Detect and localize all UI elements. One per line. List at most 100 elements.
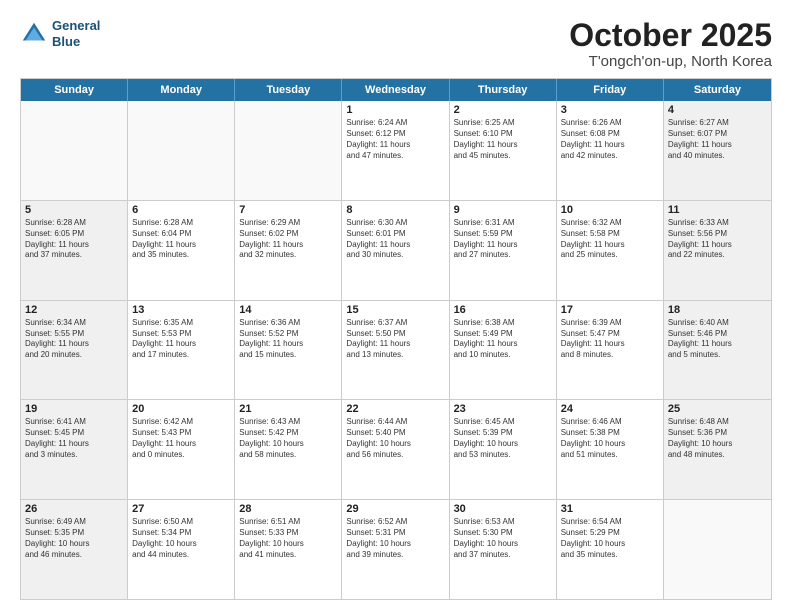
day-number: 8 xyxy=(346,204,444,216)
cal-cell: 5Sunrise: 6:28 AM Sunset: 6:05 PM Daylig… xyxy=(21,201,128,300)
cell-text: Sunrise: 6:24 AM Sunset: 6:12 PM Dayligh… xyxy=(346,118,444,161)
cal-cell: 3 Sunrise: 6:26 AM Sunset: 6:08 PM Daylig… xyxy=(557,101,664,200)
week-row-3: 12 Sunrise: 6:34 AM Sunset: 5:55 PM Dayli… xyxy=(21,301,771,401)
cell-text: Sunrise: 6:28 AM Sunset: 6:04 PM Dayligh… xyxy=(132,218,230,261)
day-number: 20 xyxy=(132,403,230,415)
cell-text: Sunrise: 6:26 AM Sunset: 6:08 PM Dayligh… xyxy=(561,118,659,161)
cell-text: Sunrise: 6:40 AM Sunset: 5:46 PM Dayligh… xyxy=(668,318,767,361)
calendar: SundayMondayTuesdayWednesdayThursdayFrid… xyxy=(20,78,772,600)
logo-icon xyxy=(20,20,48,48)
cal-cell: 22 Sunrise: 6:44 AM Sunset: 5:40 PM Dayli… xyxy=(342,400,449,499)
cell-text: Sunrise: 6:29 AM Sunset: 6:02 PM Dayligh… xyxy=(239,218,337,261)
day-number: 31 xyxy=(561,503,659,515)
cell-text: Sunrise: 6:33 AM Sunset: 5:56 PM Dayligh… xyxy=(668,218,767,261)
cell-text: Sunrise: 6:37 AM Sunset: 5:50 PM Dayligh… xyxy=(346,318,444,361)
logo-line2: Blue xyxy=(52,34,80,49)
cal-cell: 4 Sunrise: 6:27 AM Sunset: 6:07 PM Daylig… xyxy=(664,101,771,200)
cal-cell: 8 Sunrise: 6:30 AM Sunset: 6:01 PM Daylig… xyxy=(342,201,449,300)
cell-text: Sunrise: 6:30 AM Sunset: 6:01 PM Dayligh… xyxy=(346,218,444,261)
cal-cell xyxy=(21,101,128,200)
header-cell-saturday: Saturday xyxy=(664,79,771,101)
page: General Blue October 2025 T'ongch'on-up,… xyxy=(0,0,792,612)
week-row-4: 19 Sunrise: 6:41 AM Sunset: 5:45 PM Dayli… xyxy=(21,400,771,500)
day-number: 3 xyxy=(561,104,659,116)
cell-text: Sunrise: 6:51 AM Sunset: 5:33 PM Dayligh… xyxy=(239,517,337,560)
day-number: 15 xyxy=(346,304,444,316)
cal-cell: 14 Sunrise: 6:36 AM Sunset: 5:52 PM Dayli… xyxy=(235,301,342,400)
cal-cell: 28 Sunrise: 6:51 AM Sunset: 5:33 PM Dayli… xyxy=(235,500,342,599)
logo-line1: General xyxy=(52,18,100,33)
cal-cell xyxy=(235,101,342,200)
day-number: 19 xyxy=(25,403,123,415)
day-number: 22 xyxy=(346,403,444,415)
cal-cell: 26 Sunrise: 6:49 AM Sunset: 5:35 PM Dayli… xyxy=(21,500,128,599)
calendar-body: 1 Sunrise: 6:24 AM Sunset: 6:12 PM Daylig… xyxy=(21,101,771,599)
logo: General Blue xyxy=(20,18,100,49)
cal-cell: 18 Sunrise: 6:40 AM Sunset: 5:46 PM Dayli… xyxy=(664,301,771,400)
cal-cell: 16Sunrise: 6:38 AM Sunset: 5:49 PM Dayli… xyxy=(450,301,557,400)
header-cell-monday: Monday xyxy=(128,79,235,101)
day-number: 30 xyxy=(454,503,552,515)
cal-cell: 19 Sunrise: 6:41 AM Sunset: 5:45 PM Dayli… xyxy=(21,400,128,499)
cal-cell: 31 Sunrise: 6:54 AM Sunset: 5:29 PM Dayli… xyxy=(557,500,664,599)
day-number: 21 xyxy=(239,403,337,415)
cell-text: Sunrise: 6:35 AM Sunset: 5:53 PM Dayligh… xyxy=(132,318,230,361)
day-number: 13 xyxy=(132,304,230,316)
day-number: 11 xyxy=(668,204,767,216)
day-number: 1 xyxy=(346,104,444,116)
day-number: 25 xyxy=(668,403,767,415)
cal-cell: 27Sunrise: 6:50 AM Sunset: 5:34 PM Dayli… xyxy=(128,500,235,599)
week-row-1: 1 Sunrise: 6:24 AM Sunset: 6:12 PM Daylig… xyxy=(21,101,771,201)
cell-text: Sunrise: 6:45 AM Sunset: 5:39 PM Dayligh… xyxy=(454,417,552,460)
cal-cell: 29Sunrise: 6:52 AM Sunset: 5:31 PM Dayli… xyxy=(342,500,449,599)
cal-cell: 21Sunrise: 6:43 AM Sunset: 5:42 PM Dayli… xyxy=(235,400,342,499)
day-number: 12 xyxy=(25,304,123,316)
cell-text: Sunrise: 6:44 AM Sunset: 5:40 PM Dayligh… xyxy=(346,417,444,460)
calendar-header: SundayMondayTuesdayWednesdayThursdayFrid… xyxy=(21,79,771,101)
cell-text: Sunrise: 6:48 AM Sunset: 5:36 PM Dayligh… xyxy=(668,417,767,460)
day-number: 18 xyxy=(668,304,767,316)
logo-text: General Blue xyxy=(52,18,100,49)
week-row-2: 5Sunrise: 6:28 AM Sunset: 6:05 PM Daylig… xyxy=(21,201,771,301)
cal-cell: 10 Sunrise: 6:32 AM Sunset: 5:58 PM Dayli… xyxy=(557,201,664,300)
header-cell-thursday: Thursday xyxy=(450,79,557,101)
day-number: 17 xyxy=(561,304,659,316)
cal-cell: 6 Sunrise: 6:28 AM Sunset: 6:04 PM Daylig… xyxy=(128,201,235,300)
day-number: 6 xyxy=(132,204,230,216)
cal-cell: 17 Sunrise: 6:39 AM Sunset: 5:47 PM Dayli… xyxy=(557,301,664,400)
cal-cell: 20 Sunrise: 6:42 AM Sunset: 5:43 PM Dayli… xyxy=(128,400,235,499)
cell-text: Sunrise: 6:42 AM Sunset: 5:43 PM Dayligh… xyxy=(132,417,230,460)
cell-text: Sunrise: 6:46 AM Sunset: 5:38 PM Dayligh… xyxy=(561,417,659,460)
header-cell-sunday: Sunday xyxy=(21,79,128,101)
cell-text: Sunrise: 6:27 AM Sunset: 6:07 PM Dayligh… xyxy=(668,118,767,161)
cell-text: Sunrise: 6:41 AM Sunset: 5:45 PM Dayligh… xyxy=(25,417,123,460)
cell-text: Sunrise: 6:34 AM Sunset: 5:55 PM Dayligh… xyxy=(25,318,123,361)
cal-cell: 23 Sunrise: 6:45 AM Sunset: 5:39 PM Dayli… xyxy=(450,400,557,499)
cal-cell: 30Sunrise: 6:53 AM Sunset: 5:30 PM Dayli… xyxy=(450,500,557,599)
cell-text: Sunrise: 6:54 AM Sunset: 5:29 PM Dayligh… xyxy=(561,517,659,560)
week-row-5: 26 Sunrise: 6:49 AM Sunset: 5:35 PM Dayli… xyxy=(21,500,771,599)
cell-text: Sunrise: 6:49 AM Sunset: 5:35 PM Dayligh… xyxy=(25,517,123,560)
day-number: 10 xyxy=(561,204,659,216)
day-number: 23 xyxy=(454,403,552,415)
day-number: 28 xyxy=(239,503,337,515)
cell-text: Sunrise: 6:52 AM Sunset: 5:31 PM Dayligh… xyxy=(346,517,444,560)
day-number: 2 xyxy=(454,104,552,116)
day-number: 7 xyxy=(239,204,337,216)
header-cell-tuesday: Tuesday xyxy=(235,79,342,101)
day-number: 4 xyxy=(668,104,767,116)
cell-text: Sunrise: 6:39 AM Sunset: 5:47 PM Dayligh… xyxy=(561,318,659,361)
cell-text: Sunrise: 6:32 AM Sunset: 5:58 PM Dayligh… xyxy=(561,218,659,261)
location: T'ongch'on-up, North Korea xyxy=(569,53,772,70)
cell-text: Sunrise: 6:28 AM Sunset: 6:05 PM Dayligh… xyxy=(25,218,123,261)
cal-cell: 25 Sunrise: 6:48 AM Sunset: 5:36 PM Dayli… xyxy=(664,400,771,499)
cal-cell: 1 Sunrise: 6:24 AM Sunset: 6:12 PM Daylig… xyxy=(342,101,449,200)
cal-cell xyxy=(128,101,235,200)
cell-text: Sunrise: 6:36 AM Sunset: 5:52 PM Dayligh… xyxy=(239,318,337,361)
day-number: 24 xyxy=(561,403,659,415)
header: General Blue October 2025 T'ongch'on-up,… xyxy=(20,18,772,70)
cell-text: Sunrise: 6:38 AM Sunset: 5:49 PM Dayligh… xyxy=(454,318,552,361)
day-number: 14 xyxy=(239,304,337,316)
day-number: 26 xyxy=(25,503,123,515)
cal-cell: 9Sunrise: 6:31 AM Sunset: 5:59 PM Daylig… xyxy=(450,201,557,300)
